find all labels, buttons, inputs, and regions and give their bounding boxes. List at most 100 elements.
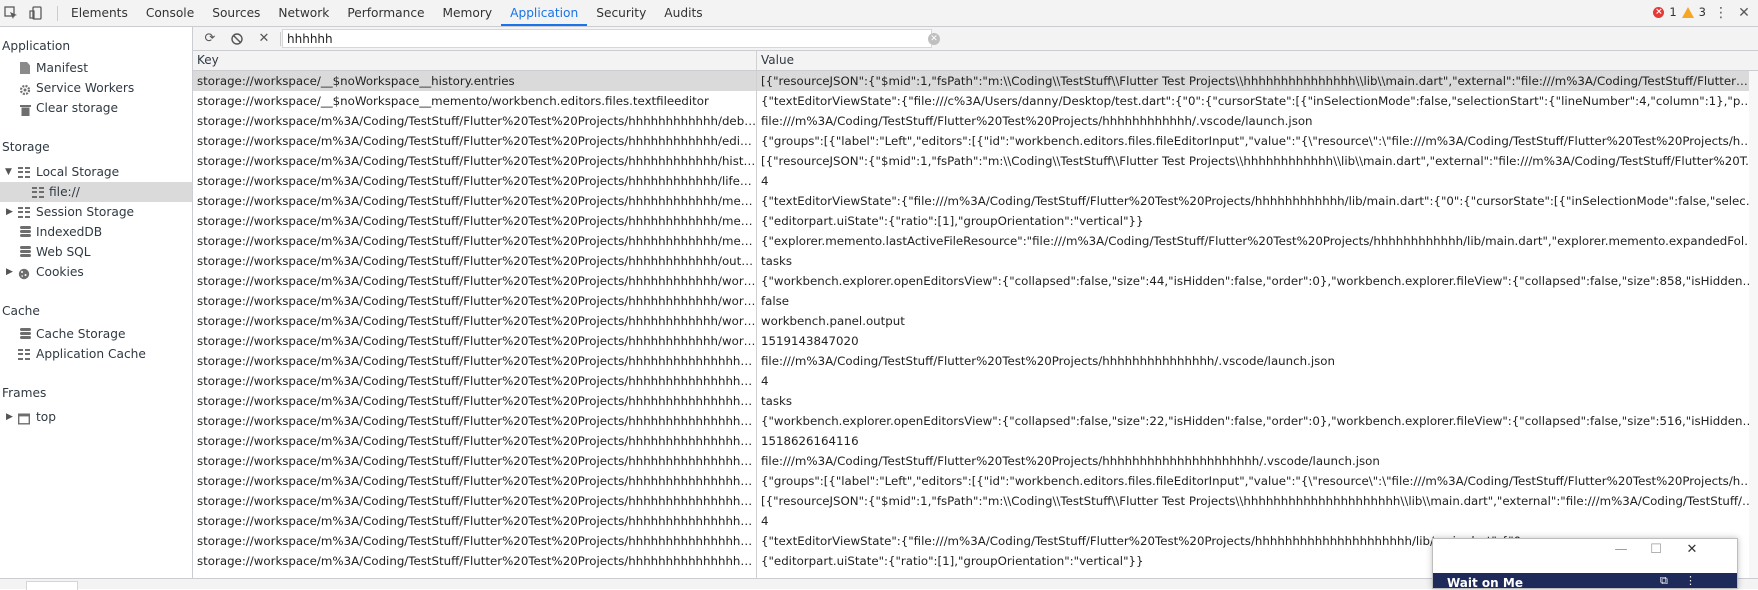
table-row[interactable]: storage://workspace/m%3A/Coding/TestStuf…: [193, 431, 1758, 451]
table-row[interactable]: storage://workspace/m%3A/Coding/TestStuf…: [193, 351, 1758, 371]
table-row[interactable]: storage://workspace/m%3A/Coding/TestStuf…: [193, 291, 1758, 311]
key-cell[interactable]: storage://workspace/__$noWorkspace__meme…: [193, 91, 756, 111]
key-column-header[interactable]: Key: [193, 51, 219, 70]
key-cell[interactable]: storage://workspace/m%3A/Coding/TestStuf…: [193, 311, 756, 331]
sidebar-item-session-storage[interactable]: ▶ Session Storage: [0, 202, 192, 222]
vertical-scrollbar[interactable]: [1749, 71, 1758, 578]
table-row[interactable]: storage://workspace/m%3A/Coding/TestStuf…: [193, 491, 1758, 511]
clear-all-icon[interactable]: [228, 30, 246, 48]
value-cell[interactable]: file:///m%3A/Coding/TestStuff/Flutter%20…: [757, 111, 1758, 131]
value-cell[interactable]: {"editorpart.uiState":{"ratio":[1],"grou…: [757, 211, 1758, 231]
value-cell[interactable]: 4: [757, 511, 1758, 531]
key-cell[interactable]: storage://workspace/m%3A/Coding/TestStuf…: [193, 251, 756, 271]
key-cell[interactable]: storage://workspace/m%3A/Coding/TestStuf…: [193, 471, 756, 491]
table-row[interactable]: storage://workspace/m%3A/Coding/TestStuf…: [193, 371, 1758, 391]
table-row[interactable]: storage://workspace/m%3A/Coding/TestStuf…: [193, 471, 1758, 491]
value-cell[interactable]: {"textEditorViewState":{"file:///m%3A/Co…: [757, 191, 1758, 211]
value-cell[interactable]: [{"resourceJSON":{"$mid":1,"fsPath":"m:\…: [757, 491, 1758, 511]
table-row[interactable]: storage://workspace/m%3A/Coding/TestStuf…: [193, 451, 1758, 471]
delete-selected-icon[interactable]: ✕: [255, 30, 273, 48]
tab-application[interactable]: Application: [501, 0, 588, 26]
device-toolbar-icon[interactable]: [27, 4, 45, 22]
table-row[interactable]: storage://workspace/m%3A/Coding/TestStuf…: [193, 171, 1758, 191]
collapsed-arrow-icon[interactable]: ▶: [6, 407, 16, 427]
filter-input[interactable]: [282, 29, 932, 48]
value-cell[interactable]: {"workbench.explorer.openEditorsView":{"…: [757, 271, 1758, 291]
sidebar-item-local-storage-file[interactable]: file://: [0, 182, 192, 202]
sidebar-item-clear-storage[interactable]: Clear storage: [0, 98, 192, 118]
table-row[interactable]: storage://workspace/m%3A/Coding/TestStuf…: [193, 251, 1758, 271]
table-row[interactable]: storage://workspace/m%3A/Coding/TestStuf…: [193, 271, 1758, 291]
value-cell[interactable]: tasks: [757, 251, 1758, 271]
tab-sources[interactable]: Sources: [203, 0, 269, 26]
value-cell[interactable]: false: [757, 291, 1758, 311]
value-cell[interactable]: {"textEditorViewState":{"file:///c%3A/Us…: [757, 91, 1758, 111]
key-cell[interactable]: storage://workspace/m%3A/Coding/TestStuf…: [193, 491, 756, 511]
table-row[interactable]: storage://workspace/__$noWorkspace__hist…: [193, 71, 1758, 91]
close-devtools-icon[interactable]: ✕: [1735, 4, 1753, 22]
key-cell[interactable]: storage://workspace/m%3A/Coding/TestStuf…: [193, 391, 756, 411]
sidebar-item-manifest[interactable]: Manifest: [0, 58, 192, 78]
key-cell[interactable]: storage://workspace/m%3A/Coding/TestStuf…: [193, 151, 756, 171]
value-cell[interactable]: {"explorer.memento.lastActiveFileResourc…: [757, 231, 1758, 251]
key-cell[interactable]: storage://workspace/m%3A/Coding/TestStuf…: [193, 351, 756, 371]
tab-network[interactable]: Network: [269, 0, 338, 26]
sidebar-item-web-sql[interactable]: Web SQL: [0, 242, 192, 262]
table-row[interactable]: storage://workspace/m%3A/Coding/TestStuf…: [193, 191, 1758, 211]
value-cell[interactable]: [{"resourceJSON":{"$mid":1,"fsPath":"m:\…: [757, 71, 1758, 91]
key-cell[interactable]: storage://workspace/m%3A/Coding/TestStuf…: [193, 551, 756, 571]
key-cell[interactable]: storage://workspace/m%3A/Coding/TestStuf…: [193, 231, 756, 251]
key-cell[interactable]: storage://workspace/m%3A/Coding/TestStuf…: [193, 451, 756, 471]
floating-window[interactable]: — ☐ ✕ Wait on Me ⧉ ⋮: [1432, 538, 1738, 589]
value-cell[interactable]: [{"resourceJSON":{"$mid":1,"fsPath":"m:\…: [757, 151, 1758, 171]
table-row[interactable]: storage://workspace/m%3A/Coding/TestStuf…: [193, 411, 1758, 431]
key-cell[interactable]: storage://workspace/m%3A/Coding/TestStuf…: [193, 111, 756, 131]
inspect-element-icon[interactable]: [2, 4, 20, 22]
key-cell[interactable]: storage://workspace/m%3A/Coding/TestStuf…: [193, 171, 756, 191]
expanded-arrow-icon[interactable]: ▼: [5, 162, 15, 182]
more-options-icon[interactable]: ⋮: [1712, 4, 1730, 22]
table-row[interactable]: storage://workspace/__$noWorkspace__meme…: [193, 91, 1758, 111]
collapsed-arrow-icon[interactable]: ▶: [6, 202, 16, 222]
key-cell[interactable]: storage://workspace/m%3A/Coding/TestStuf…: [193, 291, 756, 311]
sidebar-item-service-workers[interactable]: Service Workers: [0, 78, 192, 98]
sidebar-item-indexeddb[interactable]: IndexedDB: [0, 222, 192, 242]
key-cell[interactable]: storage://workspace/m%3A/Coding/TestStuf…: [193, 271, 756, 291]
collapsed-arrow-icon[interactable]: ▶: [6, 262, 16, 282]
sidebar-item-local-storage[interactable]: ▼ Local Storage: [0, 162, 192, 182]
key-cell[interactable]: storage://workspace/m%3A/Coding/TestStuf…: [193, 371, 756, 391]
issue-counters[interactable]: × 1 3: [1653, 5, 1706, 19]
table-row[interactable]: storage://workspace/m%3A/Coding/TestStuf…: [193, 231, 1758, 251]
key-cell[interactable]: storage://workspace/m%3A/Coding/TestStuf…: [193, 431, 756, 451]
key-cell[interactable]: storage://workspace/m%3A/Coding/TestStuf…: [193, 131, 756, 151]
table-row[interactable]: storage://workspace/m%3A/Coding/TestStuf…: [193, 151, 1758, 171]
sidebar-item-frame-top[interactable]: ▶ top: [0, 407, 192, 427]
tab-console[interactable]: Console: [137, 0, 203, 26]
value-cell[interactable]: file:///m%3A/Coding/TestStuff/Flutter%20…: [757, 451, 1758, 471]
minimize-icon[interactable]: —: [1608, 541, 1634, 559]
value-cell[interactable]: 4: [757, 371, 1758, 391]
sidebar-item-application-cache[interactable]: Application Cache: [0, 344, 192, 364]
key-cell[interactable]: storage://workspace/m%3A/Coding/TestStuf…: [193, 411, 756, 431]
tab-audits[interactable]: Audits: [655, 0, 711, 26]
key-cell[interactable]: storage://workspace/__$noWorkspace__hist…: [193, 71, 756, 91]
value-column-header[interactable]: Value: [757, 51, 794, 70]
key-cell[interactable]: storage://workspace/m%3A/Coding/TestStuf…: [193, 511, 756, 531]
close-icon[interactable]: ✕: [1679, 541, 1705, 559]
key-cell[interactable]: storage://workspace/m%3A/Coding/TestStuf…: [193, 211, 756, 231]
tab-performance[interactable]: Performance: [338, 0, 433, 26]
sidebar-item-cookies[interactable]: ▶ Cookies: [0, 262, 192, 282]
value-cell[interactable]: tasks: [757, 391, 1758, 411]
value-cell[interactable]: {"workbench.explorer.openEditorsView":{"…: [757, 411, 1758, 431]
value-cell[interactable]: workbench.panel.output: [757, 311, 1758, 331]
table-row[interactable]: storage://workspace/m%3A/Coding/TestStuf…: [193, 511, 1758, 531]
refresh-icon[interactable]: ⟳: [201, 30, 219, 48]
expand-icon[interactable]: ⧉: [1660, 574, 1668, 588]
table-row[interactable]: storage://workspace/m%3A/Coding/TestStuf…: [193, 331, 1758, 351]
table-row[interactable]: storage://workspace/m%3A/Coding/TestStuf…: [193, 311, 1758, 331]
table-row[interactable]: storage://workspace/m%3A/Coding/TestStuf…: [193, 391, 1758, 411]
value-cell[interactable]: 4: [757, 171, 1758, 191]
value-cell[interactable]: file:///m%3A/Coding/TestStuff/Flutter%20…: [757, 351, 1758, 371]
tab-elements[interactable]: Elements: [62, 0, 137, 26]
column-divider[interactable]: [756, 51, 757, 578]
